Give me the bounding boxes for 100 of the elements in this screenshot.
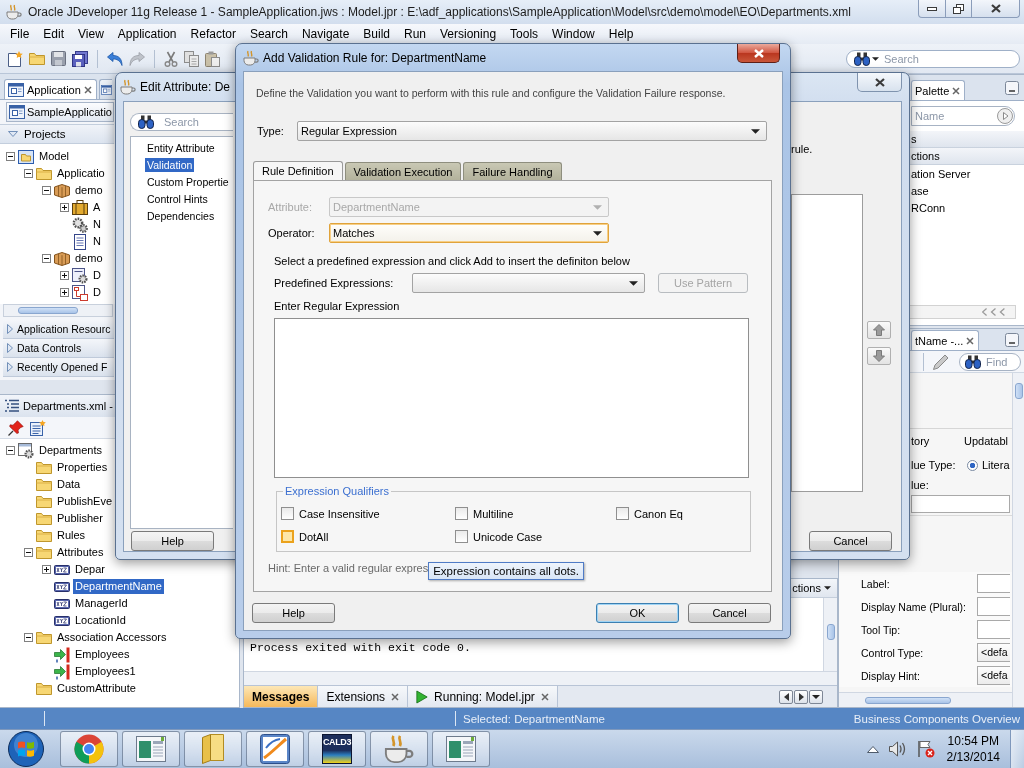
dialog-button[interactable]: Cancel xyxy=(688,603,771,623)
checkbox[interactable] xyxy=(616,507,629,520)
input-field[interactable] xyxy=(911,495,1010,513)
accordion-header[interactable]: Recently Opened F xyxy=(3,358,114,377)
checkbox-label[interactable]: DotAll xyxy=(299,530,329,543)
panel-tab[interactable] xyxy=(98,79,112,99)
move-down-button[interactable] xyxy=(867,347,891,365)
paste-icon[interactable] xyxy=(205,50,220,67)
close-icon[interactable] xyxy=(966,336,975,345)
checkbox[interactable] xyxy=(455,507,468,520)
dropdown[interactable]: <defa xyxy=(977,643,1010,662)
close-icon[interactable] xyxy=(83,85,92,94)
taskbar-button[interactable] xyxy=(246,731,304,767)
menu-item[interactable]: Application xyxy=(110,27,184,41)
close-button[interactable] xyxy=(972,0,1020,18)
checkbox[interactable] xyxy=(281,507,294,520)
menu-item[interactable]: View xyxy=(71,27,111,41)
tree-item[interactable]: Departments xyxy=(37,443,104,458)
palette-item[interactable]: ation Server xyxy=(911,167,971,180)
menu-item[interactable]: Run xyxy=(397,27,433,41)
input-field[interactable] xyxy=(977,620,1010,639)
actions-menu[interactable]: ctions xyxy=(792,582,831,594)
taskbar-button[interactable]: CALD3 xyxy=(308,731,366,767)
log-tab[interactable]: Messages xyxy=(244,686,319,707)
close-button[interactable] xyxy=(737,44,780,63)
section-header[interactable]: Projects xyxy=(0,124,114,144)
restore-button[interactable] xyxy=(946,0,972,18)
nav-item[interactable]: Custom Propertie xyxy=(145,174,231,189)
tab-list-button[interactable] xyxy=(809,689,823,704)
collapse-toggle-icon[interactable] xyxy=(6,152,15,161)
close-button[interactable] xyxy=(857,73,902,92)
taskbar-button[interactable] xyxy=(60,731,118,767)
horizontal-scrollbar[interactable] xyxy=(839,692,1012,707)
new-file-icon[interactable] xyxy=(8,50,23,67)
radio-button[interactable] xyxy=(967,459,978,471)
project-selector[interactable]: SampleApplicatio xyxy=(6,102,114,122)
scroll-left-button[interactable] xyxy=(779,689,793,704)
menu-item[interactable]: Refactor xyxy=(183,27,243,41)
log-tab[interactable]: Running: Model.jpr xyxy=(408,686,558,707)
go-icon[interactable] xyxy=(997,108,1013,124)
operator-dropdown[interactable]: Matches xyxy=(329,223,609,243)
show-hidden-icons-icon[interactable] xyxy=(866,745,879,753)
tree-item[interactable]: N xyxy=(91,234,103,249)
menu-item[interactable]: Build xyxy=(356,27,397,41)
speaker-icon[interactable] xyxy=(888,741,907,757)
menu-item[interactable]: Tools xyxy=(503,27,546,41)
cut-icon[interactable] xyxy=(164,50,178,67)
panel-tab[interactable]: Palette xyxy=(911,80,966,100)
tree-item[interactable]: D xyxy=(91,268,103,283)
tree-item[interactable]: Applicatio xyxy=(55,166,107,181)
tree-item[interactable]: Attributes xyxy=(55,545,106,560)
menu-item[interactable]: Versioning xyxy=(433,27,504,41)
checkbox-label[interactable]: Unicode Case xyxy=(473,530,543,543)
dialog-button[interactable]: Help xyxy=(131,531,214,551)
minimize-button[interactable] xyxy=(918,0,946,18)
accordion-header[interactable]: Application Resourc xyxy=(3,320,114,339)
tree-item[interactable]: Data xyxy=(55,477,83,492)
tree-item[interactable]: Publisher xyxy=(55,511,105,526)
nav-item[interactable]: Validation xyxy=(145,157,195,172)
horizontal-scrollbar[interactable] xyxy=(3,304,113,317)
close-icon[interactable] xyxy=(952,86,961,95)
tree-item[interactable]: Employees1 xyxy=(73,664,138,679)
panel-tab[interactable]: tName -... xyxy=(911,330,980,350)
tab[interactable]: Rule Definition xyxy=(253,161,343,180)
save-all-icon[interactable] xyxy=(72,50,88,67)
tree-item[interactable]: CustomAttribute xyxy=(55,681,138,696)
collapse-toggle-icon[interactable] xyxy=(42,254,51,263)
tree-item[interactable]: Association Accessors xyxy=(55,630,169,645)
palette-category[interactable]: s xyxy=(911,133,917,145)
vertical-scrollbar[interactable] xyxy=(1012,373,1024,707)
dialog-button[interactable]: Help xyxy=(252,603,335,623)
tree-item[interactable]: demo xyxy=(73,183,105,198)
clock-time[interactable]: 10:54 PM xyxy=(947,733,999,749)
log-tab[interactable]: Extensions xyxy=(318,686,409,707)
palette-item[interactable]: ase xyxy=(911,184,929,197)
expand-toggle-icon[interactable] xyxy=(60,203,69,212)
copy-icon[interactable] xyxy=(184,50,199,67)
taskbar-button[interactable] xyxy=(432,731,490,767)
start-button-icon[interactable] xyxy=(8,731,44,767)
nav-item[interactable]: Dependencies xyxy=(145,208,217,223)
collapse-toggle-icon[interactable] xyxy=(24,169,33,178)
tree-item[interactable]: Model xyxy=(37,149,71,164)
menu-item[interactable]: Help xyxy=(601,27,641,41)
rules-list[interactable] xyxy=(791,194,863,492)
tree-item[interactable]: ManagerId xyxy=(73,596,130,611)
collapse-toggle-icon[interactable] xyxy=(24,548,33,557)
type-dropdown[interactable]: Regular Expression xyxy=(297,121,767,141)
close-icon[interactable] xyxy=(391,692,400,701)
checkbox[interactable] xyxy=(281,530,294,543)
expand-toggle-icon[interactable] xyxy=(60,271,69,280)
collapse-toggle-icon[interactable] xyxy=(24,633,33,642)
checkbox-label[interactable]: Canon Eq xyxy=(634,507,683,520)
menu-item[interactable]: File xyxy=(3,27,37,41)
tree-item[interactable]: DepartmentName xyxy=(73,579,164,594)
tree-item[interactable]: Rules xyxy=(55,528,88,543)
pin-icon[interactable] xyxy=(8,419,24,436)
scroll-right-button[interactable] xyxy=(794,689,808,704)
vertical-scrollbar[interactable] xyxy=(823,598,837,671)
flag-icon[interactable] xyxy=(916,740,935,758)
panel-tab[interactable]: Application xyxy=(4,79,97,99)
